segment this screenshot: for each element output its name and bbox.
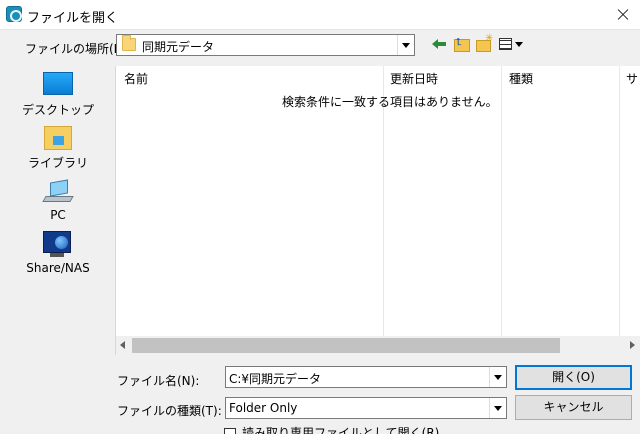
open-file-dialog: ファイルを開く ファイルの場所(I): 同期元データ デスクトップ ライブラリ … (0, 0, 640, 434)
view-menu-icon[interactable] (498, 35, 526, 53)
chevron-down-icon[interactable] (489, 398, 506, 418)
cancel-button[interactable]: キャンセル (515, 395, 632, 420)
filetype-select[interactable]: Folder Only (225, 397, 507, 419)
close-button[interactable] (604, 0, 640, 30)
view-grid-icon (499, 38, 512, 50)
chevron-down-icon[interactable] (489, 367, 506, 387)
column-header-modified[interactable]: 更新日時 (384, 66, 501, 88)
file-list[interactable]: ^ 名前 更新日時 種類 サ 検索条件に一致する項目はありません。 (115, 66, 640, 355)
window-title: ファイルを開く (27, 11, 119, 26)
column-divider[interactable] (619, 66, 620, 336)
title-bar: ファイルを開く (0, 0, 640, 30)
place-pc[interactable]: PC (18, 179, 98, 227)
readonly-checkbox[interactable] (224, 428, 236, 434)
filename-input[interactable]: C:¥同期元データ (225, 366, 507, 388)
new-folder-icon[interactable] (475, 33, 493, 53)
column-header-name[interactable]: 名前 (116, 66, 383, 88)
place-share-nas[interactable]: Share/NAS (18, 230, 98, 280)
place-library[interactable]: ライブラリ (18, 126, 98, 174)
place-label: Share/NAS (26, 261, 90, 275)
scroll-right-icon[interactable] (630, 341, 635, 349)
look-in-dropdown[interactable]: 同期元データ (116, 34, 415, 56)
network-icon (41, 230, 73, 258)
back-arrow-icon[interactable] (432, 35, 448, 53)
up-folder-icon[interactable] (453, 35, 470, 53)
filetype-label: ファイルの種類(T): (117, 404, 222, 418)
chevron-down-icon (515, 42, 523, 47)
library-icon (44, 126, 72, 150)
scrollbar-thumb[interactable] (132, 338, 560, 353)
filename-label: ファイル名(N): (117, 374, 200, 388)
readonly-label: 読み取り専用ファイルとして開く(R) (242, 426, 440, 434)
desktop-icon (43, 72, 73, 95)
empty-message: 検索条件に一致する項目はありません。 (282, 95, 498, 109)
app-icon (6, 6, 22, 22)
horizontal-scrollbar[interactable] (116, 336, 640, 355)
open-button[interactable]: 開く(O) (515, 365, 632, 390)
place-label: デスクトップ (21, 103, 94, 117)
place-label: ライブラリ (27, 156, 88, 170)
place-desktop[interactable]: デスクトップ (18, 72, 98, 120)
scroll-left-icon[interactable] (120, 341, 125, 349)
look-in-value: 同期元データ (142, 40, 215, 54)
column-divider[interactable] (501, 66, 502, 336)
column-header-type[interactable]: 種類 (502, 66, 619, 88)
chevron-down-icon[interactable] (397, 35, 414, 55)
column-header-size[interactable]: サ (620, 66, 640, 88)
place-label: PC (50, 208, 66, 222)
folder-icon (122, 35, 136, 51)
look-in-label: ファイルの場所(I): (25, 42, 126, 56)
pc-icon (42, 179, 74, 203)
